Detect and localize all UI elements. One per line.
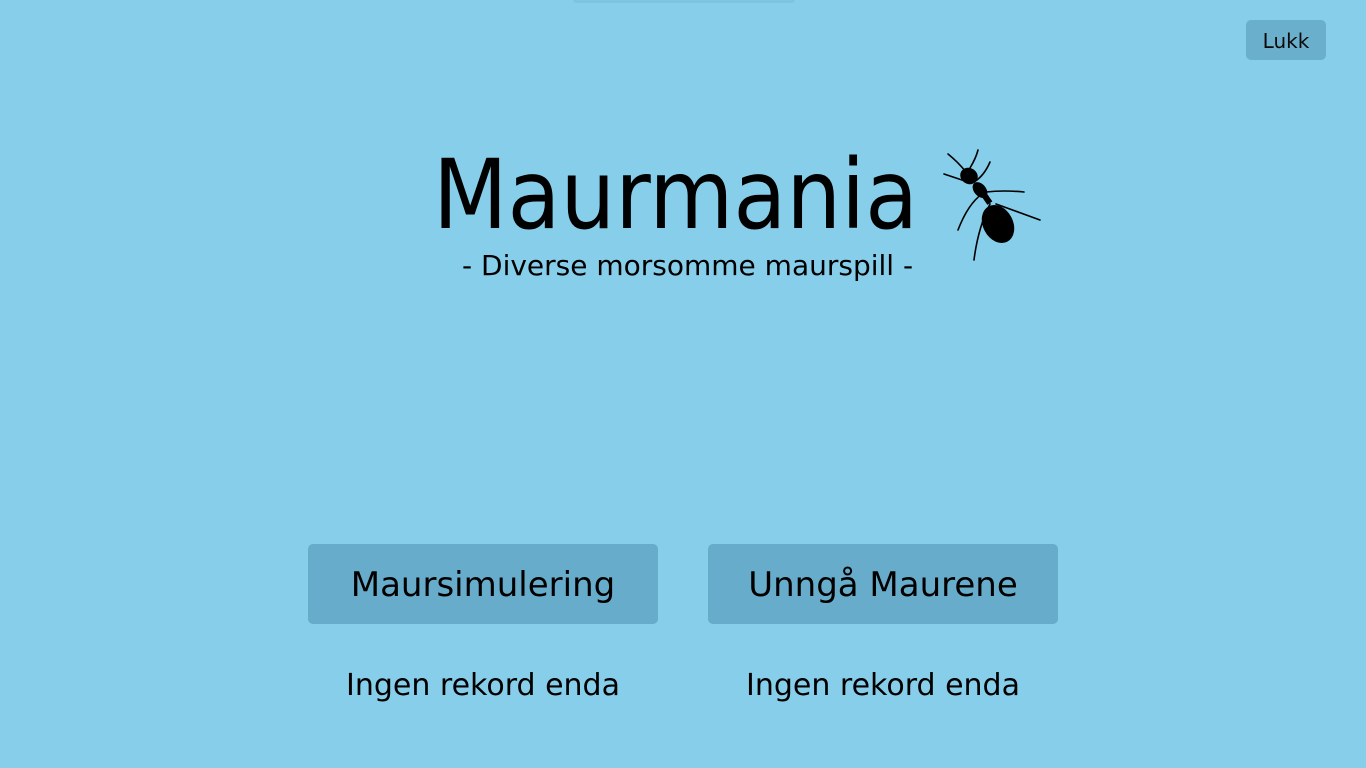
ant-simulation-record: Ingen rekord enda: [346, 668, 620, 703]
top-edge-strip: [573, 0, 795, 3]
main-menu-screen: Lukk Maurmania - Diverse morsomme maursp…: [0, 0, 1366, 768]
game-subtitle: - Diverse morsomme maurspill -: [462, 249, 914, 282]
avoid-ants-record: Ingen rekord enda: [746, 668, 1020, 703]
game-title: Maurmania: [433, 139, 919, 251]
close-button[interactable]: Lukk: [1246, 20, 1326, 60]
ant-simulation-button[interactable]: Maursimulering: [308, 544, 658, 624]
ant-icon: [943, 149, 1041, 261]
avoid-ants-button[interactable]: Unngå Maurene: [708, 544, 1058, 624]
